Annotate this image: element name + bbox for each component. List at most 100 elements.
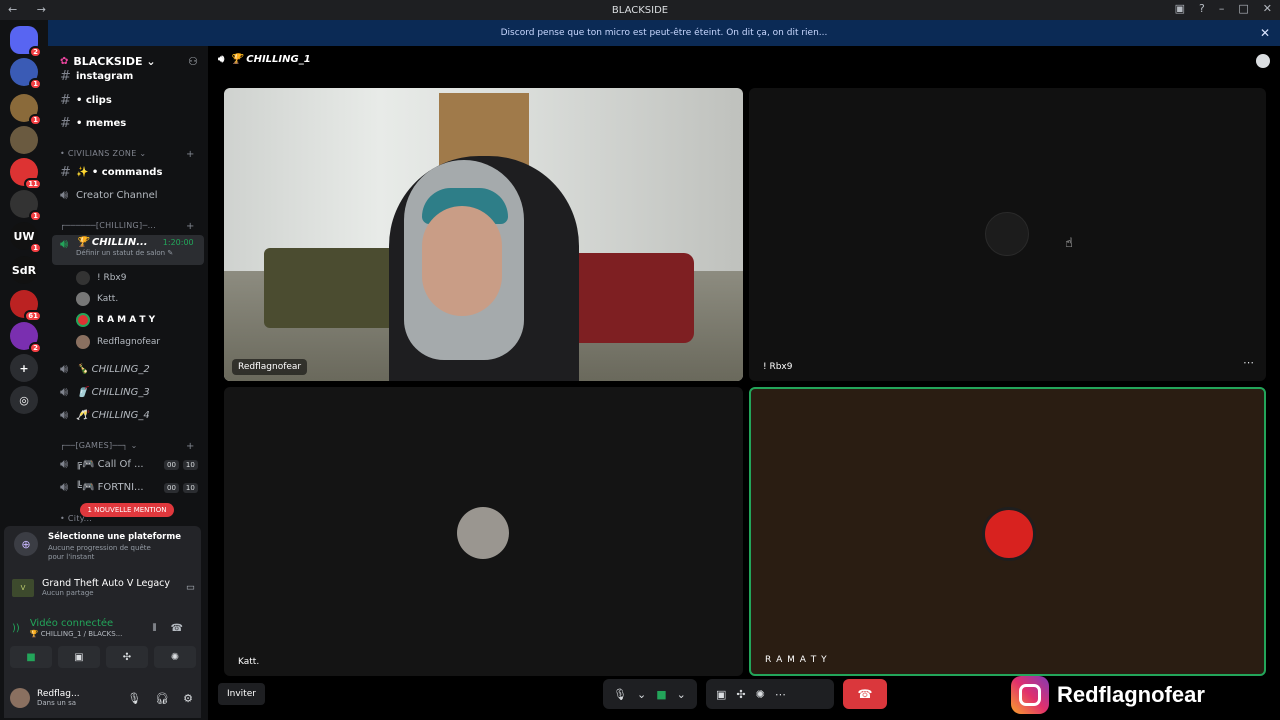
server-icon[interactable]: 2 xyxy=(10,26,42,58)
minimize-icon[interactable]: – xyxy=(1219,2,1225,15)
mic-icon[interactable]: 🎙︎ xyxy=(613,688,627,701)
category-games[interactable]: ┌──[GAMES]──┐ ⌄ + xyxy=(60,441,194,452)
close-window-icon[interactable]: ✕ xyxy=(1263,2,1272,15)
video-tile-rbx9[interactable]: ! Rbx9 ⋯ xyxy=(749,88,1266,381)
maximize-icon[interactable]: □ xyxy=(1238,2,1248,15)
chevron-down-icon[interactable]: ⌄ xyxy=(637,688,646,701)
mouse-cursor-icon: ☝ xyxy=(1065,236,1073,251)
game-activity[interactable]: V Grand Theft Auto V Legacy Aucun partag… xyxy=(12,578,195,597)
unread-badge: 1 xyxy=(29,114,42,126)
voice-user-rbx9[interactable]: ! Rbx9 xyxy=(76,269,127,287)
channel-status[interactable]: Définir un statut de salon ✎ xyxy=(76,249,194,257)
add-member-icon[interactable]: ⚇ xyxy=(188,55,198,68)
window-title: BLACKSIDE xyxy=(611,4,669,16)
quest-card[interactable]: ⊕ Sélectionne une plateforme Aucune prog… xyxy=(8,532,181,562)
channel-creator[interactable]: 🔊︎ Creator Channel xyxy=(52,185,204,205)
hash-icon: # xyxy=(60,164,71,180)
voice-user-redflagnofear[interactable]: Redflagnofear■ xyxy=(76,333,216,351)
server-icon[interactable]: 1 xyxy=(10,190,42,222)
mic-camera-group: 🎙︎ ⌄ ■ ⌄ xyxy=(603,679,697,709)
avatar xyxy=(985,212,1029,256)
video-tile-ramaty-speaking[interactable]: R A M A T Y xyxy=(749,387,1266,676)
channel-chilling-4[interactable]: 🔊︎ 🥂 CHILLING_4 xyxy=(52,405,204,425)
video-tile-redflagnofear[interactable]: Redflagnofear xyxy=(224,88,743,381)
instagram-watermark: Redflagnofear xyxy=(1011,676,1205,714)
speaker-icon: 🔊︎ xyxy=(60,237,69,252)
avatar xyxy=(982,507,1036,561)
avatar[interactable] xyxy=(10,688,30,708)
video-tile-katt[interactable]: Katt. xyxy=(224,387,743,676)
hash-icon: # xyxy=(60,115,71,131)
noise-suppression-icon[interactable]: ⫴ xyxy=(152,623,156,634)
activities-icon[interactable]: ✣ xyxy=(736,688,745,701)
server-icon[interactable]: 61 xyxy=(10,290,42,322)
speaker-icon: 🔊︎ xyxy=(60,456,69,472)
channel-memes[interactable]: # • memes xyxy=(52,113,204,133)
add-channel-icon[interactable]: + xyxy=(186,441,195,452)
settings-gear-icon[interactable]: ⚙ xyxy=(183,692,193,705)
soundboard-icon[interactable]: ✺ xyxy=(756,688,765,701)
channel-fortnite[interactable]: 🔊︎ ╚🎮 FORTNI... 00 10 xyxy=(52,477,204,497)
camera-icon[interactable]: ■ xyxy=(656,688,666,701)
speaker-icon: 🔊︎ xyxy=(60,187,69,203)
speaker-icon: 🔊︎ xyxy=(60,384,69,400)
add-channel-icon[interactable]: + xyxy=(186,221,195,232)
server-name: BLACKSIDE ⌄ xyxy=(73,54,156,68)
server-icon[interactable]: 2 xyxy=(10,322,42,354)
activity-panel: ⊕ Sélectionne une plateforme Aucune prog… xyxy=(4,526,201,688)
avatar xyxy=(76,313,90,327)
speaker-icon: 🔊︎ xyxy=(60,407,69,423)
soundboard-button[interactable]: ✺ xyxy=(154,646,196,668)
voice-user-ramaty[interactable]: R A M A T Y xyxy=(76,311,155,329)
screen-share-icon[interactable]: ▣ xyxy=(716,688,726,701)
signal-icon: )) xyxy=(12,622,20,634)
channel-instagram[interactable]: # instagram xyxy=(52,70,204,82)
server-icon[interactable]: 11 xyxy=(10,158,42,190)
call-area: 🔊︎ 🏆 CHILLING_1 Redflagnofear ! Rbx9 ⋯ Ka… xyxy=(208,46,1280,720)
hang-up-button[interactable]: ☎ xyxy=(843,679,887,709)
speaker-icon: 🔊︎ xyxy=(218,54,225,65)
server-icon[interactable] xyxy=(10,126,38,154)
server-icon[interactable]: UW 1 xyxy=(10,222,42,254)
voice-user-katt[interactable]: Katt. xyxy=(76,290,118,308)
category-civilians[interactable]: • CIVILIANS ZONE ⌄ + xyxy=(60,149,194,160)
inbox-icon[interactable]: ▣ xyxy=(1175,2,1185,15)
channel-commands[interactable]: # ✨ • commands xyxy=(52,162,204,182)
avatar xyxy=(76,292,90,306)
new-mention-pill[interactable]: 1 NOUVELLE MENTION xyxy=(80,503,174,517)
server-icon[interactable]: 1 xyxy=(10,58,42,90)
more-icon[interactable]: ⋯ xyxy=(775,688,786,701)
channel-clips[interactable]: # • clips xyxy=(52,90,204,110)
channel-chilling-1-active[interactable]: 🔊︎ 🏆 CHILLIN... 1:20:00 Définir un statu… xyxy=(52,235,204,265)
headphones-icon[interactable]: 🎧︎ xyxy=(155,692,169,705)
mic-icon[interactable]: 🎙︎ xyxy=(127,692,141,705)
channel-chilling-3[interactable]: 🔊︎ 🥤 CHILLING_3 xyxy=(52,382,204,402)
participant-name: Redflagnofear xyxy=(232,359,308,375)
server-icon[interactable]: ◎ xyxy=(10,386,38,414)
chat-icon[interactable] xyxy=(1256,54,1270,68)
server-icon[interactable]: + xyxy=(10,354,38,382)
camera-button[interactable]: ■ xyxy=(10,646,52,668)
nav-arrows[interactable]: ← → xyxy=(8,3,54,16)
unread-badge: 2 xyxy=(29,342,42,354)
quest-icon: ⊕ xyxy=(14,532,38,556)
more-options-icon[interactable]: ⋯ xyxy=(1243,356,1254,369)
unread-badge: 1 xyxy=(29,210,42,222)
banner-close-icon[interactable]: ✕ xyxy=(1260,26,1270,40)
channel-chilling-2[interactable]: 🔊︎ 🍾 CHILLING_2 xyxy=(52,359,204,379)
help-icon[interactable]: ? xyxy=(1199,2,1205,15)
window-controls: ▣ ? – □ ✕ xyxy=(1175,2,1272,15)
activities-button[interactable]: ✣ xyxy=(106,646,148,668)
disconnect-icon[interactable]: ☎ xyxy=(171,623,183,634)
invite-button[interactable]: Inviter xyxy=(218,683,265,705)
chevron-down-icon[interactable]: ⌄ xyxy=(677,688,686,701)
stream-icon[interactable]: ▭ xyxy=(186,582,195,593)
server-icon[interactable]: SdR xyxy=(10,256,38,284)
add-channel-icon[interactable]: + xyxy=(186,149,195,160)
unread-badge: 1 xyxy=(29,242,42,254)
channel-call-of-duty[interactable]: 🔊︎ ╔🎮 Call Of ... 00 10 xyxy=(52,454,204,474)
hash-icon: # xyxy=(60,92,71,108)
screen-share-button[interactable]: ▣ xyxy=(58,646,100,668)
category-chilling[interactable]: ┌──────[CHILLING]─... + xyxy=(60,221,194,232)
server-icon[interactable]: 1 xyxy=(10,94,42,126)
